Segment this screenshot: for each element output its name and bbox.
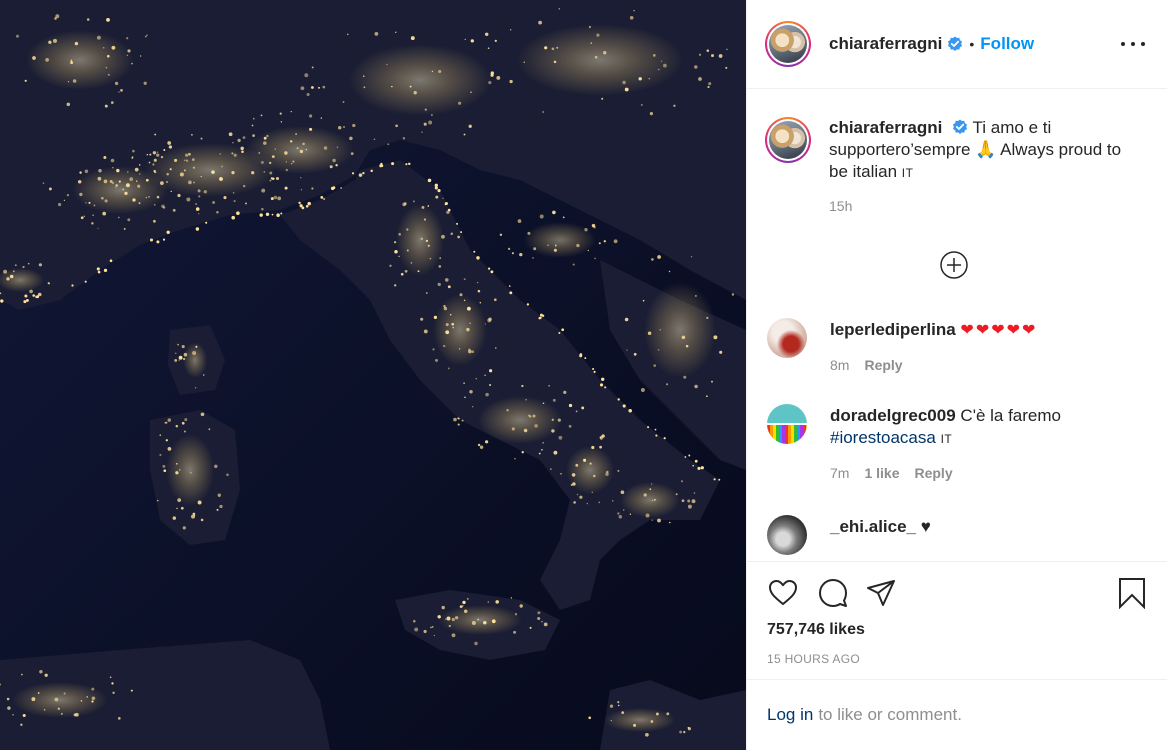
- follow-button[interactable]: Follow: [980, 34, 1034, 54]
- comment-item: _ehi.alice_ ♥: [767, 515, 1130, 555]
- satellite-map-italy-night: [0, 0, 746, 750]
- comment-item: doradelgrec009 C'è la faremo #iorestoaca…: [767, 404, 1130, 481]
- comment-timestamp[interactable]: 7m: [830, 465, 849, 481]
- author-username[interactable]: chiaraferragni: [829, 34, 942, 54]
- reply-button[interactable]: Reply: [864, 357, 902, 373]
- comments-panel[interactable]: chiaraferragni Ti amo e ti supportero’se…: [747, 90, 1167, 561]
- commenter-username[interactable]: leperlediperlina: [830, 320, 956, 339]
- separator-dot: •: [969, 36, 975, 52]
- commenter-avatar[interactable]: [767, 404, 807, 444]
- share-icon[interactable]: [865, 577, 897, 609]
- post-caption: chiaraferragni Ti amo e ti supportero’se…: [765, 117, 1129, 214]
- comment-text: C'è la faremo: [960, 406, 1061, 425]
- load-more-comments-icon[interactable]: [939, 250, 969, 280]
- commenter-username[interactable]: doradelgrec009: [830, 406, 956, 425]
- verified-badge-icon: [948, 36, 963, 51]
- comment-text: ❤❤❤❤❤: [960, 322, 1038, 339]
- heart-icon[interactable]: [767, 577, 799, 609]
- comment-likes-count[interactable]: 1 like: [864, 465, 899, 481]
- caption-avatar[interactable]: [765, 117, 811, 163]
- caption-timestamp[interactable]: 15h: [829, 198, 1129, 214]
- comment-language-badge: IT: [940, 432, 953, 446]
- commenter-username[interactable]: _ehi.alice_: [830, 517, 916, 536]
- verified-badge-icon: [953, 119, 968, 134]
- login-prompt-text: to like or comment.: [818, 705, 962, 724]
- post-timestamp[interactable]: 15 HOURS AGO: [767, 652, 860, 666]
- post-actions: 757,746 likes 15 HOURS AGO: [747, 561, 1167, 666]
- comment-item: leperlediperlina ❤❤❤❤❤ 8m Reply: [767, 318, 1130, 373]
- post-image-italy-at-night[interactable]: [0, 0, 746, 750]
- post-header: chiaraferragni • Follow: [747, 0, 1167, 89]
- comment-timestamp[interactable]: 8m: [830, 357, 849, 373]
- login-link[interactable]: Log in: [767, 705, 813, 725]
- comment-icon[interactable]: [817, 577, 849, 609]
- bookmark-icon[interactable]: [1116, 577, 1148, 609]
- login-prompt: Log in to like or comment.: [747, 679, 1167, 750]
- comment-text: ♥: [920, 517, 931, 536]
- caption-username[interactable]: chiaraferragni: [829, 118, 942, 137]
- likes-count[interactable]: 757,746 likes: [767, 621, 865, 639]
- commenter-avatar[interactable]: [767, 318, 807, 358]
- commenter-avatar[interactable]: [767, 515, 807, 555]
- author-avatar[interactable]: [765, 21, 811, 67]
- comment-hashtag-link[interactable]: #iorestoacasa: [830, 428, 936, 447]
- post-sidebar: chiaraferragni • Follow chiaraferragni T…: [746, 0, 1167, 750]
- instagram-post: chiaraferragni • Follow chiaraferragni T…: [0, 0, 1167, 750]
- caption-language-badge: IT: [901, 166, 914, 180]
- reply-button[interactable]: Reply: [914, 465, 952, 481]
- more-options-icon[interactable]: [1121, 34, 1145, 54]
